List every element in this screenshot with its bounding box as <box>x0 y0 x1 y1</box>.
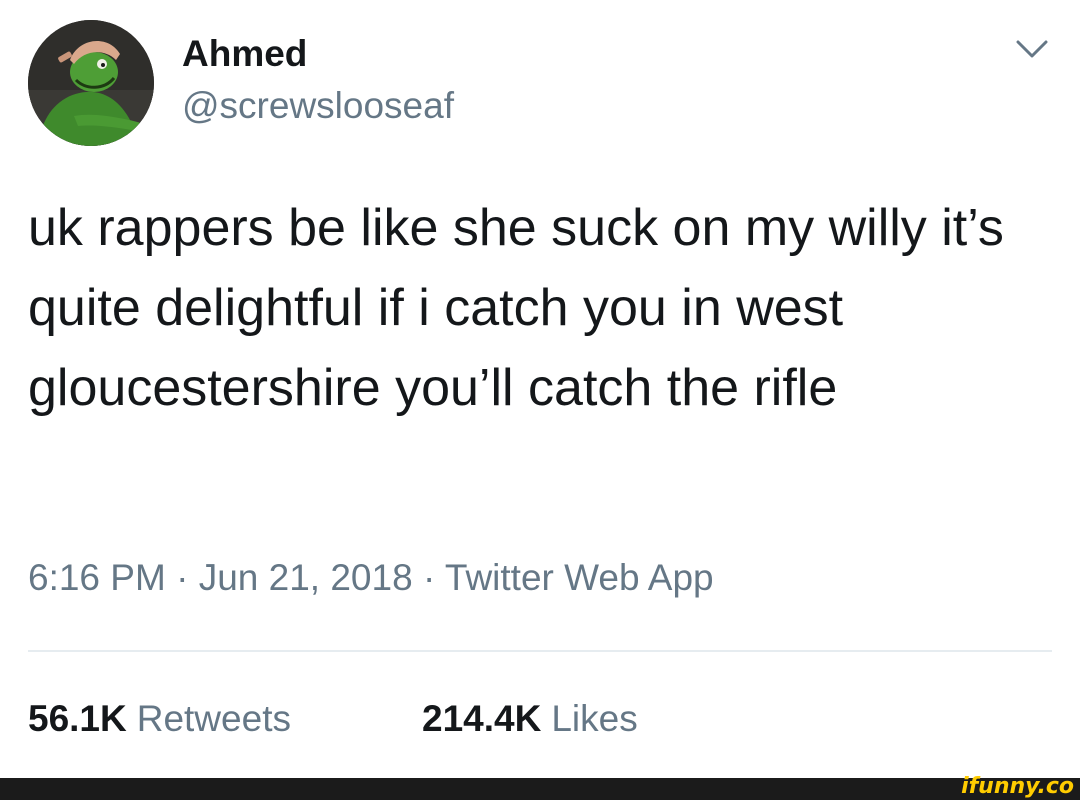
tweet-time[interactable]: 6:16 PM <box>28 557 166 598</box>
ifunny-watermark: ifunny.co <box>961 774 1074 799</box>
tweet-date[interactable]: Jun 21, 2018 <box>199 557 413 598</box>
retweets-stat[interactable]: 56.1K Retweets <box>28 697 291 741</box>
likes-stat[interactable]: 214.4K Likes <box>422 697 638 741</box>
tweet-metadata: 6:16 PM · Jun 21, 2018 · Twitter Web App <box>28 556 714 600</box>
kermit-avatar-icon <box>28 20 154 146</box>
retweets-count: 56.1K <box>28 698 127 739</box>
likes-label: Likes <box>551 698 638 739</box>
tweet-source[interactable]: Twitter Web App <box>445 557 714 598</box>
meta-separator: · <box>176 557 189 598</box>
user-avatar[interactable] <box>28 20 154 146</box>
meta-separator: · <box>422 557 436 598</box>
tweet-card: Ahmed @screwslooseaf uk rappers be like … <box>0 0 1080 778</box>
tweet-text: uk rappers be like she suck on my willy … <box>28 199 1004 417</box>
divider <box>28 650 1052 652</box>
footer-bar: ifunny.co <box>0 774 1080 800</box>
chevron-down-icon[interactable] <box>1012 34 1052 64</box>
retweets-label: Retweets <box>136 698 291 739</box>
user-handle[interactable]: @screwslooseaf <box>182 84 454 128</box>
likes-count: 214.4K <box>422 698 542 739</box>
user-display-name[interactable]: Ahmed <box>182 32 307 76</box>
